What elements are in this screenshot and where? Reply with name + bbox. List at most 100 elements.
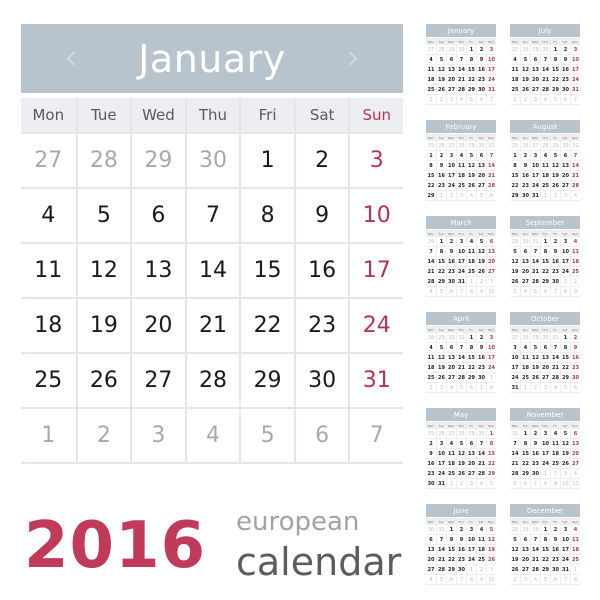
mini-date-cell: 8 bbox=[540, 479, 550, 489]
mini-date-cell: 26 bbox=[456, 469, 466, 479]
mini-date-cell: 20 bbox=[476, 171, 486, 181]
date-cell[interactable]: 23 bbox=[293, 299, 349, 354]
mini-date-cell: 15 bbox=[426, 171, 436, 181]
date-cell[interactable]: 24 bbox=[348, 299, 403, 354]
date-cell[interactable]: 11 bbox=[21, 244, 76, 299]
mini-calendar-february[interactable]: February Mon Tue Wed Thu Fri Sat Sun 25 26 27 28 29 3… bbox=[426, 120, 496, 201]
mini-date-cell: 28 bbox=[436, 565, 446, 575]
mini-month-title: May bbox=[426, 408, 496, 421]
mini-calendar-july[interactable]: July Mon Tue Wed Thu Fri Sat Sun 27 28 29 30 1 2 3 4 5 6 7… bbox=[510, 24, 580, 105]
date-cell[interactable]: 1 bbox=[21, 409, 76, 464]
mini-date-cell: 8 bbox=[436, 247, 446, 257]
date-cell[interactable]: 8 bbox=[239, 189, 294, 244]
mini-date-cell: 12 bbox=[520, 65, 530, 75]
date-cell[interactable]: 21 bbox=[184, 299, 240, 354]
mini-date-cell: 14 bbox=[510, 449, 520, 459]
mini-date-cell: 6 bbox=[446, 55, 456, 65]
date-cell[interactable]: 27 bbox=[130, 354, 185, 409]
mini-calendar-april[interactable]: April Mon Tue Wed Thu Fri Sat Sun 28 29 30 31 1 2 3 4 5 6… bbox=[426, 312, 496, 393]
mini-date-cell: 27 bbox=[446, 141, 456, 151]
date-cell[interactable]: 13 bbox=[130, 244, 185, 299]
mini-date-cell: 27 bbox=[446, 85, 456, 95]
date-cell[interactable]: 4 bbox=[184, 409, 240, 464]
mini-date-cell: 30 bbox=[560, 85, 570, 95]
mini-calendar-december[interactable]: December Mon Tue Wed Thu Fri Sat Sun 28 29 30 1 2 3 4 5… bbox=[510, 504, 580, 585]
date-cell[interactable]: 3 bbox=[348, 134, 403, 189]
mini-calendar-november[interactable]: November Mon Tue Wed Thu Fri Sat Sun 31 1 2 3 4 5 6 7 8 9… bbox=[510, 408, 580, 489]
mini-date-cell: 22 bbox=[466, 75, 476, 85]
date-cell[interactable]: 30 bbox=[293, 354, 349, 409]
date-cell[interactable]: 17 bbox=[348, 244, 403, 299]
mini-date-grid: 31 1 2 3 4 5 6 7 8 9 10 11 12 13 14 15 16 17 18 19 20 21 22 23 2… bbox=[510, 429, 580, 489]
date-cell[interactable]: 16 bbox=[293, 244, 349, 299]
mini-date-cell: 19 bbox=[560, 449, 570, 459]
date-cell[interactable]: 6 bbox=[293, 409, 349, 464]
mini-date-cell: 5 bbox=[530, 343, 540, 353]
mini-calendar-january[interactable]: January Mon Tue Wed Thu Fri Sat Sun 27 28 29 30 1 2 3 4… bbox=[426, 24, 496, 105]
date-cell[interactable]: 18 bbox=[21, 299, 76, 354]
date-cell[interactable]: 29 bbox=[239, 354, 294, 409]
weekday-fri: Fri bbox=[239, 98, 294, 132]
date-cell[interactable]: 7 bbox=[184, 189, 240, 244]
mini-date-cell: 28 bbox=[510, 525, 520, 535]
date-cell[interactable]: 20 bbox=[130, 299, 185, 354]
date-cell[interactable]: 30 bbox=[184, 134, 240, 189]
date-cell[interactable]: 25 bbox=[21, 354, 76, 409]
mini-date-cell: 11 bbox=[466, 247, 476, 257]
date-cell[interactable]: 31 bbox=[348, 354, 403, 409]
date-cell[interactable]: 5 bbox=[75, 189, 131, 244]
mini-date-cell: 25 bbox=[446, 469, 456, 479]
mini-date-cell: 2 bbox=[476, 565, 486, 575]
mini-date-cell: 12 bbox=[510, 257, 520, 267]
date-cell[interactable]: 10 bbox=[348, 189, 403, 244]
mini-date-cell: 3 bbox=[486, 277, 496, 287]
mini-calendar-september[interactable]: September Mon Tue Wed Thu Fri Sat Sun 29 30 31 1 2 3 4… bbox=[510, 216, 580, 297]
date-cell[interactable]: 3 bbox=[130, 409, 185, 464]
mini-calendar-march[interactable]: March Mon Tue Wed Thu Fri Sat Sun 29 1 2 3 4 5 6 7 8 9 10 1… bbox=[426, 216, 496, 297]
mini-date-cell: 24 bbox=[570, 75, 580, 85]
date-cell[interactable]: 29 bbox=[130, 134, 185, 189]
date-cell[interactable]: 19 bbox=[75, 299, 131, 354]
date-cell[interactable]: 6 bbox=[130, 189, 185, 244]
chevron-left-icon[interactable]: ‹ bbox=[57, 38, 85, 78]
date-cell[interactable]: 2 bbox=[75, 409, 131, 464]
mini-date-cell: 18 bbox=[520, 363, 530, 373]
mini-date-cell: 24 bbox=[530, 181, 540, 191]
mini-calendar-august[interactable]: August Mon Tue Wed Thu Fri Sat Sun 25 26 27 28 29 30 3… bbox=[510, 120, 580, 201]
date-cell[interactable]: 27 bbox=[21, 134, 76, 189]
chevron-right-icon[interactable]: › bbox=[339, 38, 367, 78]
mini-date-cell: 5 bbox=[560, 429, 570, 439]
date-cell[interactable]: 7 bbox=[348, 409, 403, 464]
mini-date-cell: 22 bbox=[446, 555, 456, 565]
mini-date-cell: 27 bbox=[486, 267, 496, 277]
mini-weekday: Mon bbox=[511, 39, 519, 44]
mini-weekday: Fri bbox=[553, 231, 557, 236]
mini-date-cell: 2 bbox=[520, 95, 530, 105]
mini-calendar-october[interactable]: October Mon Tue Wed Thu Fri Sat Sun 27 28 29 30 31 1 2… bbox=[510, 312, 580, 393]
date-cell[interactable]: 14 bbox=[184, 244, 240, 299]
date-cell[interactable]: 5 bbox=[239, 409, 294, 464]
date-cell[interactable]: 2 bbox=[293, 134, 349, 189]
mini-weekday: Sat bbox=[562, 39, 568, 44]
date-cell[interactable]: 4 bbox=[21, 189, 76, 244]
date-cell[interactable]: 9 bbox=[293, 189, 349, 244]
mini-calendar-june[interactable]: June Mon Tue Wed Thu Fri Sat Sun 30 31 1 2 3 4 5 6 7 8 9 10… bbox=[426, 504, 496, 585]
mini-date-cell: 17 bbox=[530, 171, 540, 181]
mini-date-cell: 16 bbox=[520, 171, 530, 181]
date-cell[interactable]: 1 bbox=[239, 134, 294, 189]
mini-date-cell: 7 bbox=[456, 287, 466, 297]
mini-date-cell: 23 bbox=[436, 181, 446, 191]
mini-date-cell: 14 bbox=[530, 545, 540, 555]
date-cell[interactable]: 12 bbox=[75, 244, 131, 299]
mini-date-cell: 23 bbox=[550, 267, 560, 277]
mini-date-cell: 6 bbox=[540, 287, 550, 297]
date-cell[interactable]: 26 bbox=[75, 354, 131, 409]
mini-month-title: March bbox=[426, 216, 496, 229]
date-cell[interactable]: 28 bbox=[75, 134, 131, 189]
mini-date-cell: 28 bbox=[456, 373, 466, 383]
mini-weekday: Fri bbox=[469, 231, 473, 236]
date-cell[interactable]: 22 bbox=[239, 299, 294, 354]
date-cell[interactable]: 15 bbox=[239, 244, 294, 299]
mini-calendar-may[interactable]: May Mon Tue Wed Thu Fri Sat Sun 25 26 27 28 29 30 1 2 3 4… bbox=[426, 408, 496, 489]
date-cell[interactable]: 28 bbox=[184, 354, 240, 409]
